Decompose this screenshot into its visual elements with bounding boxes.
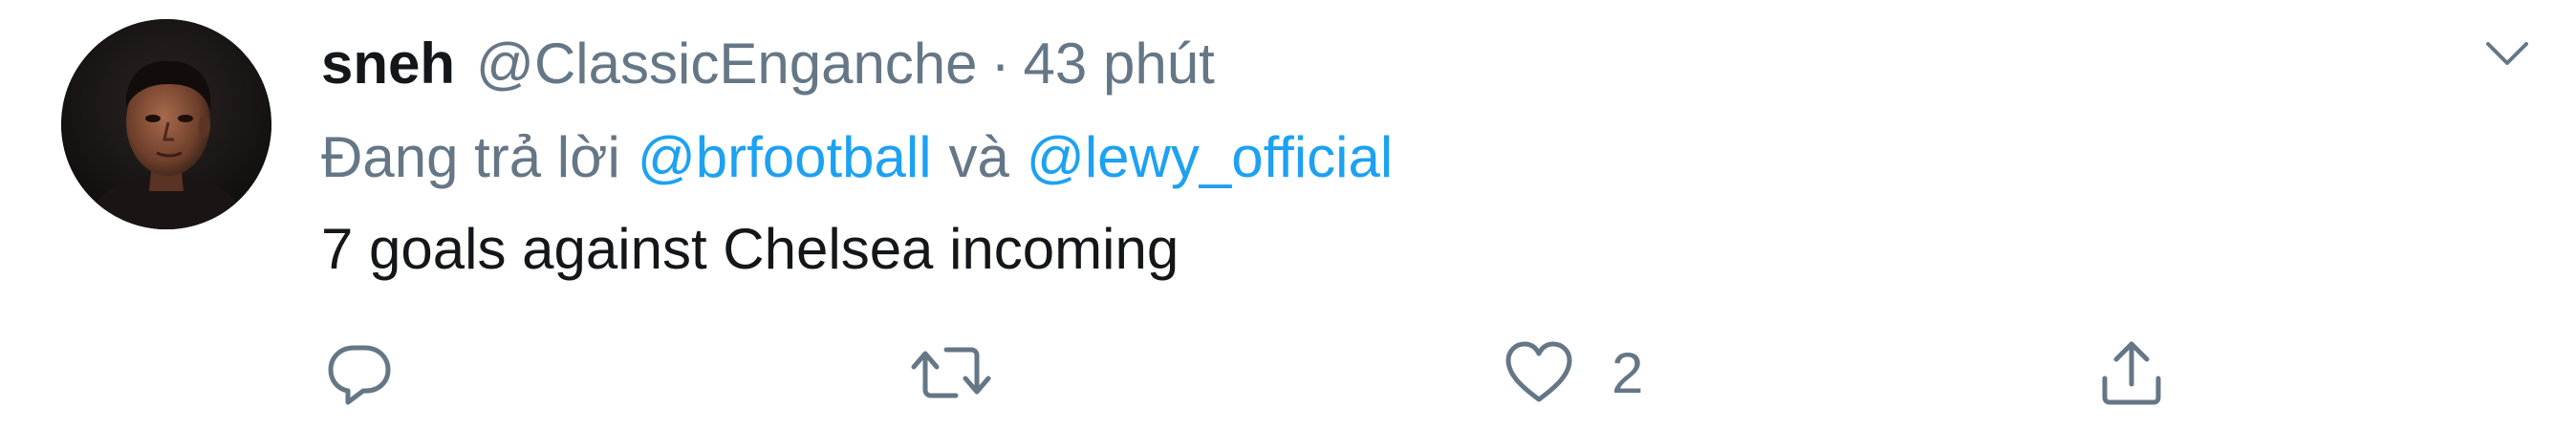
reply-icon bbox=[328, 345, 391, 405]
heart-icon bbox=[1505, 341, 1572, 402]
retweet-button[interactable] bbox=[908, 325, 1028, 420]
mention-link[interactable]: @brfootball bbox=[638, 124, 932, 190]
avatar-portrait-image bbox=[61, 19, 271, 229]
tweet-text: 7 goals against Chelsea incoming bbox=[321, 216, 1180, 281]
header-separator: · bbox=[990, 31, 1010, 96]
share-button[interactable] bbox=[2093, 325, 2170, 420]
author-display-name[interactable]: sneh bbox=[321, 31, 455, 97]
like-button[interactable]: 2 bbox=[1501, 325, 1643, 420]
tweet[interactable]: sneh @ClassicEnganche · 43 phút Đang trả… bbox=[0, 0, 2576, 430]
tweet-header: sneh @ClassicEnganche · 43 phút bbox=[321, 25, 1215, 101]
avatar[interactable] bbox=[61, 19, 271, 229]
tweet-timestamp[interactable]: 43 phút bbox=[1024, 31, 1215, 97]
like-count: 2 bbox=[1612, 340, 1644, 405]
author-handle[interactable]: @ClassicEnganche bbox=[476, 31, 978, 97]
share-icon bbox=[2102, 341, 2161, 405]
reply-context-prefix: Đang trả lời bbox=[321, 124, 620, 189]
reply-button[interactable] bbox=[321, 325, 432, 420]
reply-context: Đang trả lời @brfootball và @lewy_offici… bbox=[321, 118, 1393, 195]
retweet-icon bbox=[911, 347, 991, 398]
reply-context-conjunction: và bbox=[948, 124, 1009, 189]
mention-link[interactable]: @lewy_official bbox=[1027, 124, 1393, 190]
tweet-menu-button[interactable] bbox=[2464, 21, 2550, 88]
chevron-down-icon bbox=[2486, 42, 2528, 65]
